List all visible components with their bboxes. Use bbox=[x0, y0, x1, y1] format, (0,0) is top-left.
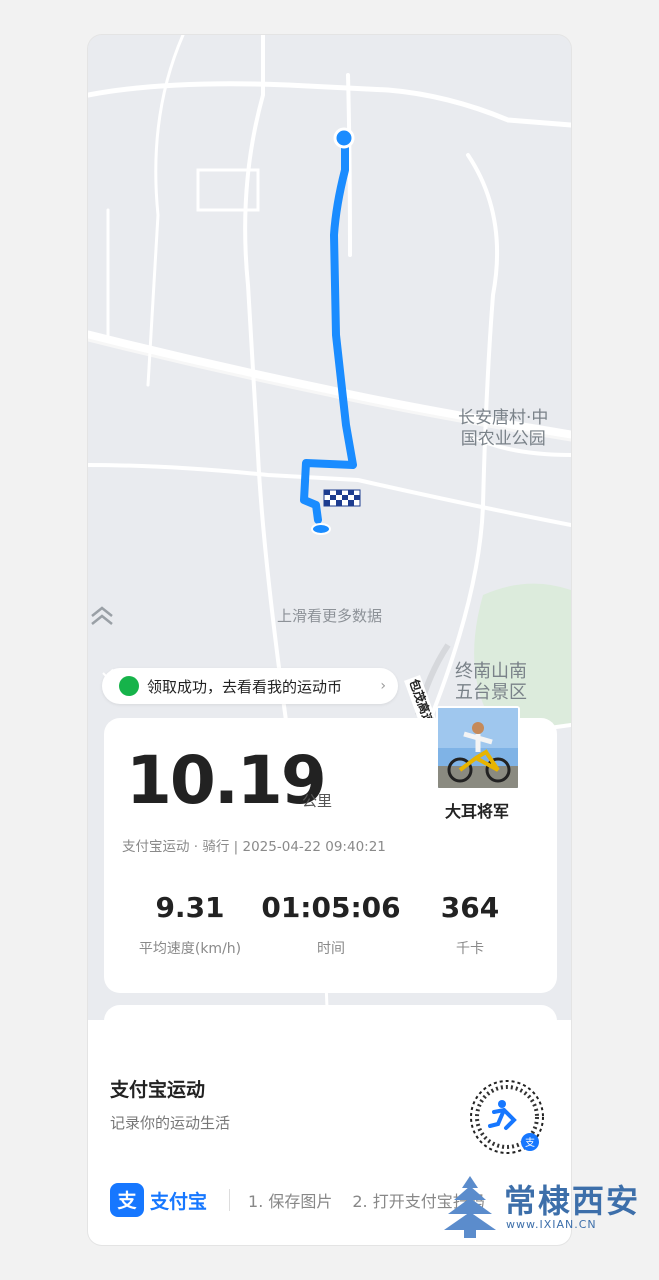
calories-metric: 364 千卡 bbox=[400, 891, 540, 958]
pagoda-logo-icon bbox=[444, 1176, 496, 1238]
step-save-image: 1. 保存图片 bbox=[248, 1192, 333, 1211]
chevron-right-icon: › bbox=[380, 678, 386, 694]
alipay-logo-icon: 支 bbox=[110, 1183, 144, 1217]
duration-label: 时间 bbox=[317, 941, 345, 957]
avg-speed-label: 平均速度(km/h) bbox=[138, 941, 242, 957]
reward-toast[interactable]: 领取成功，去看看我的运动币 › bbox=[102, 668, 398, 704]
user-photo bbox=[438, 708, 518, 788]
watermark-text: 常棣西安 bbox=[504, 1182, 641, 1220]
activity-meta: 支付宝运动 · 骑行 | 2025-04-22 09:40:21 bbox=[122, 839, 386, 855]
site-watermark: 常棣西安 www.IXIAN.CN bbox=[442, 1174, 642, 1240]
duration-metric: 01:05:06 时间 bbox=[261, 891, 401, 958]
user-name: 大耳将军 bbox=[444, 802, 509, 821]
swipe-hint-text: 上滑看更多数据 bbox=[276, 607, 382, 625]
distance-value: 10.19 bbox=[126, 742, 327, 819]
svg-text:支: 支 bbox=[116, 1190, 137, 1211]
avatar[interactable] bbox=[436, 706, 520, 790]
share-card: 长安唐村·中 国农业公园 终南山南 五台景区 包茂高速 上滑看更多数据 领取成功… bbox=[88, 35, 571, 1245]
footer-subtitle: 记录你的运动生活 bbox=[110, 1114, 231, 1132]
double-chevron-up-icon bbox=[91, 606, 113, 625]
scenic-area-label: 终南山南 五台景区 bbox=[455, 661, 527, 703]
swipe-up-hint[interactable]: 上滑看更多数据 bbox=[88, 605, 571, 626]
svg-text:支: 支 bbox=[525, 1137, 535, 1149]
check-circle-icon bbox=[102, 668, 139, 696]
route-map[interactable]: 长安唐村·中 国农业公园 终南山南 五台景区 包茂高速 上滑看更多数据 领取成功… bbox=[88, 35, 571, 1045]
divider bbox=[229, 1189, 231, 1211]
avg-speed-value: 9.31 bbox=[155, 891, 225, 924]
footer-title: 支付宝运动 bbox=[110, 1079, 206, 1101]
duration-value: 01:05:06 bbox=[261, 891, 401, 924]
park-label: 长安唐村·中 国农业公园 bbox=[458, 408, 549, 449]
calories-label: 千卡 bbox=[456, 941, 484, 957]
watermark-url: www.IXIAN.CN bbox=[506, 1218, 597, 1231]
alipay-brand-name: 支付宝 bbox=[150, 1190, 208, 1213]
calories-value: 364 bbox=[440, 891, 500, 924]
qr-code[interactable]: 支 bbox=[470, 1080, 544, 1154]
distance-unit: 公里 bbox=[302, 792, 333, 810]
activity-summary-card: 10.19 公里 支付宝运动 · 骑行 | 2025-04-22 09:40:2… bbox=[104, 706, 557, 993]
avg-speed-metric: 9.31 平均速度(km/h) bbox=[120, 891, 260, 958]
toast-text: 领取成功，去看看我的运动币 bbox=[147, 677, 343, 696]
